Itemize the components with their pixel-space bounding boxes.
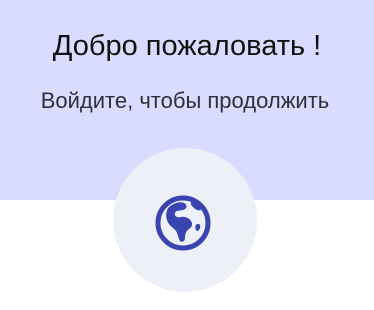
logo-avatar [113,148,257,292]
globe-africa-icon [154,194,212,252]
welcome-subtitle: Войдите, чтобы продолжить [40,88,330,113]
login-welcome-screen: Добро пожаловать ! Войдите, чтобы продол… [0,0,374,310]
welcome-title: Добро пожаловать ! [52,30,322,62]
